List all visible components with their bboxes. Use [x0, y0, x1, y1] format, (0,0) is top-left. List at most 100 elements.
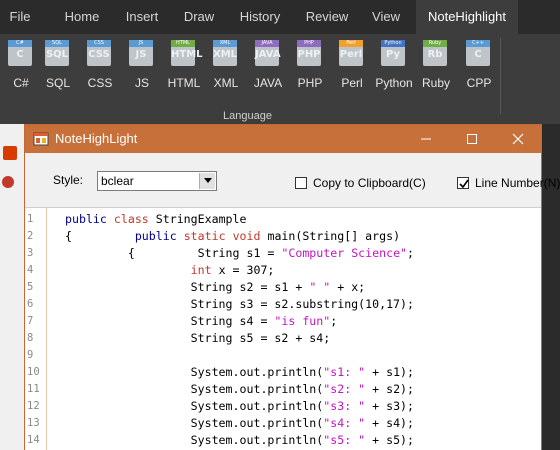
file-icon-glyph: XML — [213, 49, 238, 60]
file-java-icon: JAVA JAVA — [255, 40, 281, 66]
code-token: class — [113, 212, 149, 226]
language-group-label: Language — [223, 110, 272, 122]
code-line: String s4 = "is fun"; — [65, 314, 338, 328]
line-number: 12 — [27, 400, 40, 412]
line-number-checkbox[interactable] — [457, 177, 469, 189]
code-token: "s4: " — [323, 416, 366, 430]
line-number: 13 — [27, 417, 40, 429]
line-number: 4 — [27, 264, 34, 276]
file-icon-glyph: PHP — [297, 49, 321, 60]
code-token: public — [134, 229, 177, 243]
file-icon-glyph: JAVA — [255, 49, 281, 60]
lang-button-cpp[interactable]: C++ C CPP — [458, 38, 500, 98]
line-number: 10 — [27, 366, 40, 378]
code-line: System.out.println("s5: " + s5); — [65, 433, 414, 447]
file-php-icon: PHP PHP — [297, 40, 321, 66]
line-number-label: Line Number(N) — [475, 176, 560, 190]
dialog-title: NoteHighLight — [55, 131, 138, 146]
code-line: { String s1 = "Computer Science"; — [65, 246, 414, 260]
dropdown-arrow[interactable] — [199, 173, 215, 189]
code-token: StringExample — [148, 212, 247, 226]
tab-insert[interactable]: Insert — [118, 0, 166, 34]
file-python-icon: Python Py — [381, 40, 405, 66]
code-token: "s5: " — [323, 433, 366, 447]
code-token: System.out.println( — [65, 433, 324, 447]
tab-draw[interactable]: Draw — [178, 0, 220, 34]
code-token: String s2 = s1 + — [65, 280, 310, 294]
line-number: 2 — [27, 230, 34, 242]
code-token: ; — [407, 246, 415, 260]
code-token: + s1); — [365, 365, 415, 379]
file-icon-band: JS — [129, 40, 153, 47]
code-editor[interactable]: 1 2 3 4 5 6 7 8 9 10 11 12 13 14 public class StringE… — [25, 207, 541, 450]
file-icon-band: HTML — [171, 40, 195, 47]
tab-view[interactable]: View — [364, 0, 408, 34]
tab-file[interactable]: File — [0, 0, 40, 34]
code-token: x = 307; — [211, 263, 275, 277]
file-icon-glyph: JS — [135, 49, 147, 60]
code-token: System.out.println( — [65, 365, 324, 379]
file-csharp-icon: C# C — [8, 40, 32, 66]
tab-history[interactable]: History — [232, 0, 288, 34]
maximize-button[interactable] — [449, 125, 495, 153]
line-number: 14 — [27, 434, 40, 446]
line-number: 6 — [27, 298, 34, 310]
code-token: "s1: " — [323, 365, 366, 379]
line-number: 9 — [27, 349, 34, 361]
line-number: 3 — [27, 247, 34, 259]
code-line: System.out.println("s4: " + s4); — [65, 416, 414, 430]
record-icon — [2, 176, 14, 188]
code-line: System.out.println("s1: " + s1); — [65, 365, 414, 379]
code-token: String s5 = s2 + s4; — [65, 331, 331, 345]
copy-clipboard-label: Copy to Clipboard(C) — [313, 176, 426, 190]
file-icon-glyph: Py — [385, 49, 401, 60]
notehighlight-dialog: NoteHighLight Style: bclear Copy to Clip… — [24, 124, 560, 450]
code-token: + s2); — [365, 382, 415, 396]
code-line: String s5 = s2 + s4; — [65, 331, 331, 345]
close-button[interactable] — [495, 125, 541, 153]
tab-home[interactable]: Home — [56, 0, 108, 34]
line-number-gutter: 1 2 3 4 5 6 7 8 9 10 11 12 13 14 — [25, 208, 47, 450]
style-select-value: bclear — [101, 174, 134, 188]
code-token: static — [183, 229, 226, 243]
lang-label: CPP — [466, 76, 492, 90]
code-token: + s4); — [365, 416, 415, 430]
code-token: System.out.println( — [65, 416, 324, 430]
style-select[interactable]: bclear — [97, 171, 217, 191]
tab-notehighlight[interactable]: NoteHighlight — [416, 0, 518, 34]
file-icon-band: Python — [381, 40, 405, 47]
code-token: "s2: " — [323, 382, 366, 396]
chevron-down-icon — [204, 178, 212, 183]
code-line: String s2 = s1 + " " + x; — [65, 280, 366, 294]
tab-review[interactable]: Review — [300, 0, 354, 34]
code-line: { public static void main(String[] args) — [65, 229, 400, 243]
line-number: 8 — [27, 332, 34, 344]
lang-button-ruby[interactable]: Ruby Rb Ruby — [415, 38, 457, 98]
code-token: void — [232, 229, 261, 243]
file-xml-icon: XML XML — [213, 40, 237, 66]
file-icon-glyph: SQL — [45, 49, 69, 60]
code-line: System.out.println("s3: " + s3); — [65, 399, 414, 413]
file-icon-glyph: C — [16, 49, 24, 60]
app-icon — [33, 132, 49, 146]
file-icon-glyph: Rb — [427, 49, 443, 60]
copy-clipboard-checkbox[interactable] — [295, 177, 307, 189]
code-token: ; — [330, 314, 338, 328]
file-ruby-icon: Ruby Rb — [423, 40, 447, 66]
file-js-icon: JS JS — [129, 40, 153, 66]
notebook-icon — [3, 146, 17, 160]
file-css-icon: CSS CSS — [87, 40, 111, 66]
line-number: 7 — [27, 315, 34, 327]
dialog-titlebar[interactable]: NoteHighLight — [25, 125, 541, 153]
style-label: Style: — [53, 173, 84, 187]
code-token: + s5); — [365, 433, 415, 447]
code-token: { — [65, 229, 135, 243]
minimize-button[interactable] — [403, 125, 449, 153]
file-sql-icon: SQL SQL — [45, 40, 69, 66]
maximize-icon — [467, 134, 477, 144]
code-token: System.out.println( — [65, 399, 324, 413]
file-icon-glyph: Perl — [339, 49, 363, 60]
